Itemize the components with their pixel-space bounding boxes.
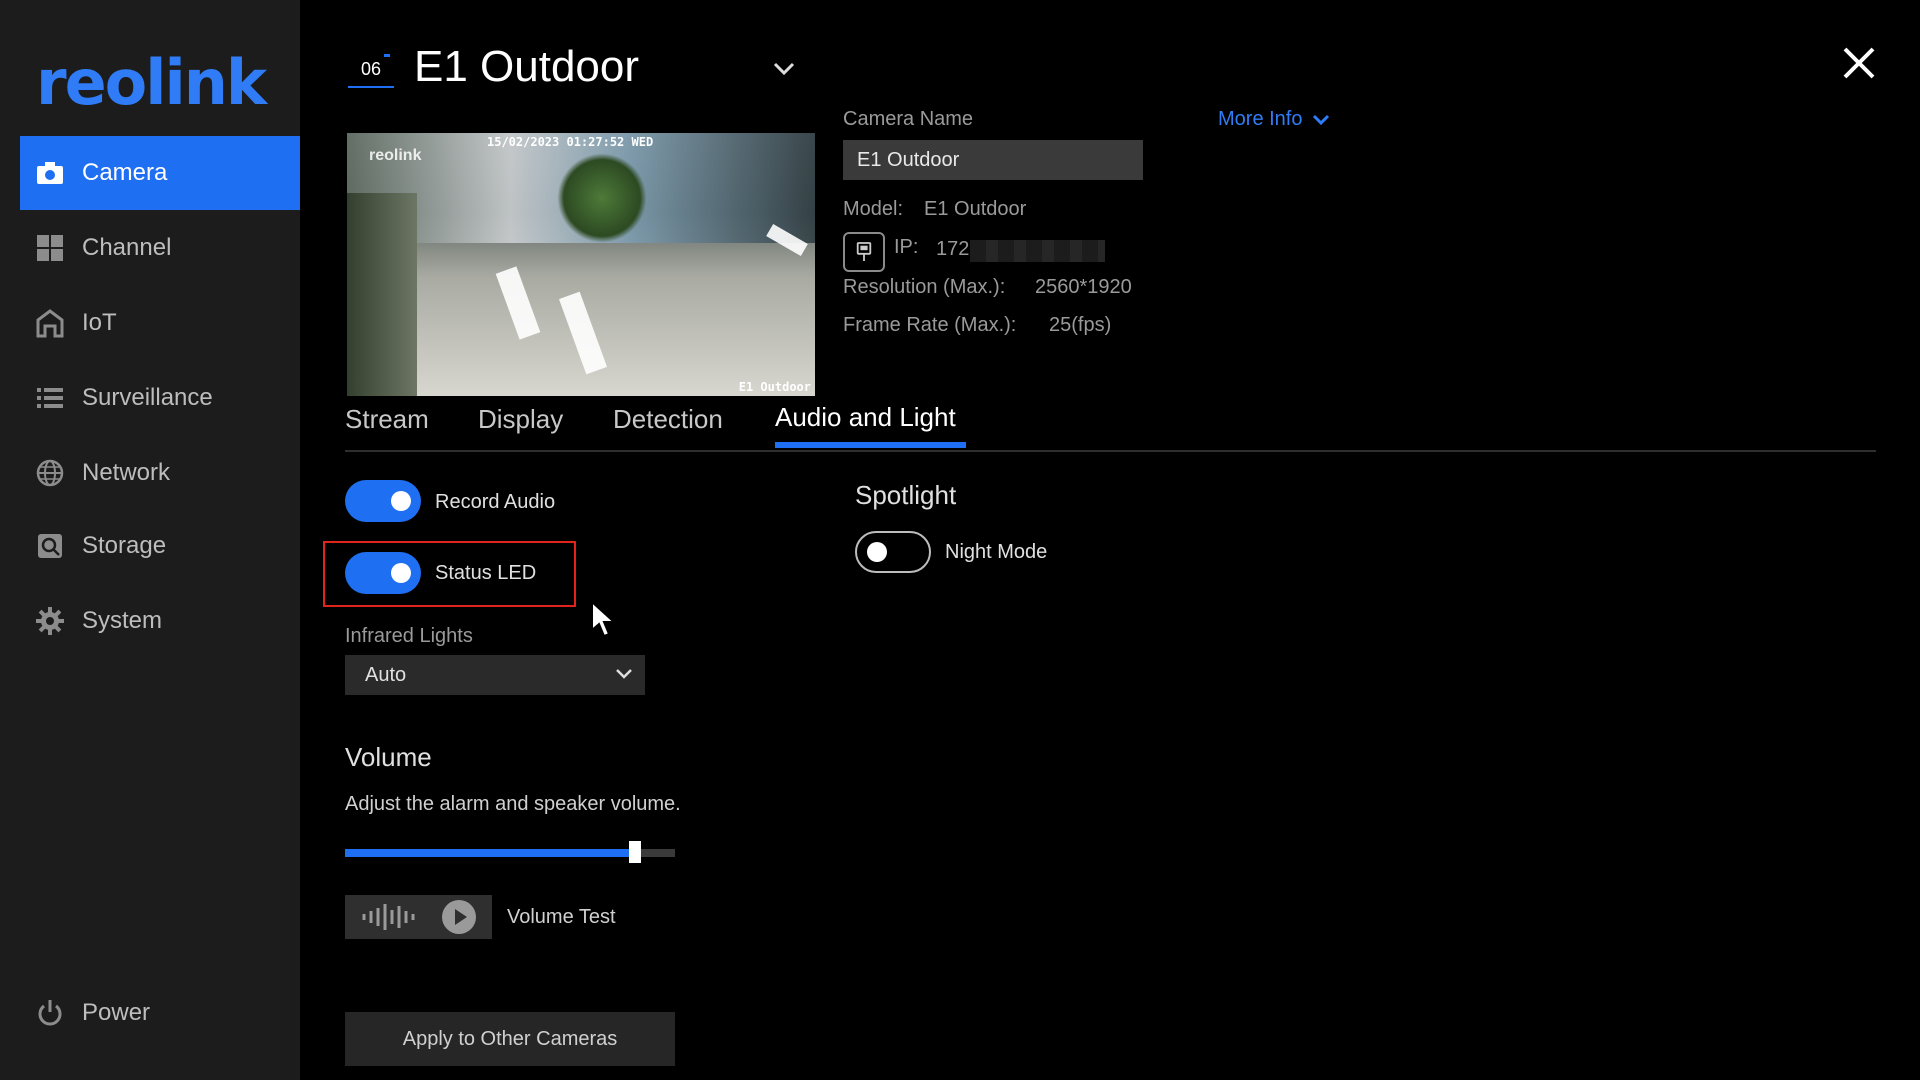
camera-title[interactable]: E1 Outdoor xyxy=(414,42,639,92)
resolution-value: 2560*1920 xyxy=(1035,276,1132,298)
volume-slider-fill xyxy=(345,849,635,857)
more-info-link[interactable]: More Info xyxy=(1218,108,1330,131)
network-port-icon xyxy=(843,232,885,272)
volume-test-button[interactable] xyxy=(345,895,492,939)
volume-slider[interactable] xyxy=(345,841,675,863)
channel-grid-icon xyxy=(34,232,66,264)
chevron-down-icon xyxy=(616,669,632,679)
preview-scene xyxy=(347,193,417,396)
preview-scene xyxy=(557,153,647,243)
sidebar-item-storage[interactable]: Storage xyxy=(20,509,300,583)
camera-icon xyxy=(34,157,66,189)
sidebar-item-label: IoT xyxy=(82,309,117,336)
infrared-lights-select[interactable]: Auto xyxy=(345,655,645,695)
tab-divider xyxy=(345,450,1876,452)
camera-preview[interactable]: 15/02/2023 01:27:52 WED reolink E1 Outdo… xyxy=(347,133,815,396)
tab-stream[interactable]: Stream xyxy=(345,404,429,435)
chevron-down-icon xyxy=(1313,114,1330,125)
status-led-toggle[interactable] xyxy=(345,552,421,594)
volume-test-label: Volume Test xyxy=(507,906,616,928)
ip-redaction xyxy=(970,240,1105,262)
sound-wave-icon xyxy=(362,904,415,930)
power-icon xyxy=(34,997,66,1029)
frame-rate-label: Frame Rate (Max.): xyxy=(843,314,1017,336)
apply-to-other-cameras-button[interactable]: Apply to Other Cameras xyxy=(345,1012,675,1066)
globe-icon xyxy=(34,457,66,489)
infrared-lights-label: Infrared Lights xyxy=(345,625,473,647)
sidebar-item-channel[interactable]: Channel xyxy=(20,211,300,285)
sidebar-item-label: Surveillance xyxy=(82,384,213,411)
chevron-down-icon[interactable] xyxy=(770,56,798,80)
sidebar-item-network[interactable]: Network xyxy=(20,436,300,510)
record-audio-label: Record Audio xyxy=(435,491,556,513)
status-led-label: Status LED xyxy=(435,562,537,584)
channel-number-badge: 06 xyxy=(348,52,394,88)
sidebar-item-label: Channel xyxy=(82,234,172,261)
record-audio-toggle[interactable] xyxy=(345,480,421,522)
frame-rate-value: 25(fps) xyxy=(1049,314,1112,336)
preview-scene xyxy=(558,291,608,375)
infrared-lights-value: Auto xyxy=(365,664,407,686)
active-tab-indicator xyxy=(775,442,966,448)
sidebar-item-camera[interactable]: Camera xyxy=(20,136,300,210)
tab-detection[interactable]: Detection xyxy=(613,404,723,435)
camera-name-field[interactable] xyxy=(843,140,1143,180)
sidebar-item-label: Storage xyxy=(82,532,167,559)
preview-watermark: reolink xyxy=(369,147,422,164)
spotlight-title: Spotlight xyxy=(855,480,957,510)
tab-display[interactable]: Display xyxy=(478,404,563,435)
sidebar-item-label: Camera xyxy=(82,159,168,186)
ip-label: IP: xyxy=(894,236,919,258)
volume-description: Adjust the alarm and speaker volume. xyxy=(345,793,681,815)
sidebar: reolink Camera Channel IoT Surveillance … xyxy=(0,0,300,1080)
preview-timestamp: 15/02/2023 01:27:52 WED xyxy=(487,135,654,149)
reolink-logo: reolink xyxy=(36,46,267,119)
resolution-label: Resolution (Max.): xyxy=(843,276,1006,298)
volume-title: Volume xyxy=(345,742,432,772)
sidebar-item-surveillance[interactable]: Surveillance xyxy=(20,361,300,435)
play-icon xyxy=(442,900,476,934)
list-icon xyxy=(34,382,66,414)
model-label: Model: xyxy=(843,198,904,220)
mouse-cursor-icon xyxy=(591,600,617,638)
gear-icon xyxy=(34,605,66,637)
power-label: Power xyxy=(82,999,151,1026)
night-mode-label: Night Mode xyxy=(945,541,1048,563)
model-value: E1 Outdoor xyxy=(924,198,1027,220)
sidebar-item-label: Network xyxy=(82,459,171,486)
sidebar-item-system[interactable]: System xyxy=(20,584,300,658)
sidebar-item-label: System xyxy=(82,607,163,634)
night-mode-toggle[interactable] xyxy=(855,531,931,573)
camera-name-label: Camera Name xyxy=(843,108,974,130)
sidebar-item-iot[interactable]: IoT xyxy=(20,286,300,360)
ip-value: 172 xyxy=(936,238,970,260)
volume-slider-thumb[interactable] xyxy=(629,841,641,863)
preview-scene xyxy=(495,266,541,340)
storage-icon xyxy=(34,530,66,562)
more-info-label: More Info xyxy=(1218,108,1303,130)
iot-home-icon xyxy=(34,307,66,339)
tab-audio-and-light[interactable]: Audio and Light xyxy=(775,402,956,433)
close-icon[interactable] xyxy=(1840,44,1878,82)
power-button[interactable]: Power xyxy=(20,976,300,1050)
preview-camera-name: E1 Outdoor xyxy=(738,380,811,394)
